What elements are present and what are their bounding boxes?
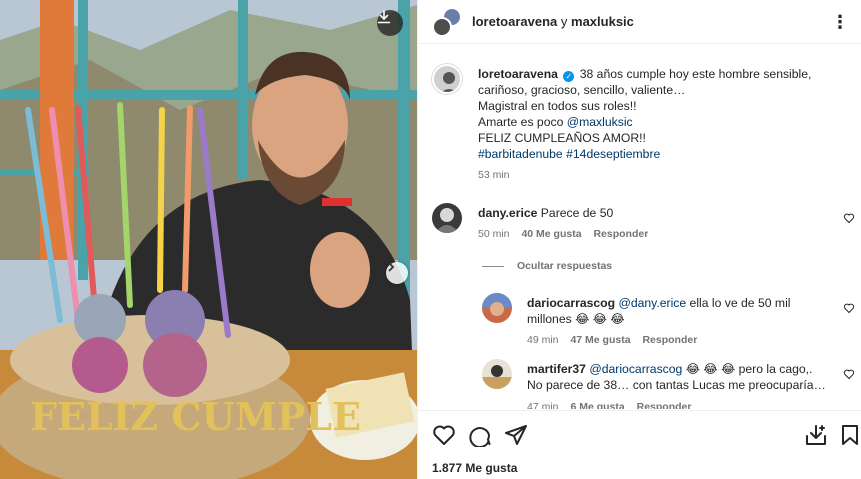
- reply-button[interactable]: Responder: [637, 401, 692, 409]
- comment-username[interactable]: martifer37: [527, 362, 586, 376]
- hashtag-link[interactable]: #14deseptiembre: [566, 147, 660, 161]
- caption: loretoaravena ✓ 38 años cumple hoy este …: [478, 66, 848, 162]
- divider: [482, 266, 504, 267]
- download-button[interactable]: [377, 10, 403, 36]
- reply-button[interactable]: Responder: [642, 334, 697, 346]
- comment: dany.erice Parece de 50: [478, 205, 818, 221]
- mention-link[interactable]: @maxluksic: [567, 115, 633, 129]
- mention-link[interactable]: @dariocarrascog: [589, 362, 682, 376]
- likes-count[interactable]: 40 Me gusta: [521, 228, 581, 240]
- like-heart-icon[interactable]: [432, 423, 456, 447]
- comment-text: ella lo ve de 50 mil: [686, 296, 791, 310]
- more-options-icon[interactable]: ⋮: [831, 12, 850, 33]
- reply-comment: martifer37 @dariocarrascog 😂 😂 😂 pero la…: [527, 361, 847, 393]
- comment-username[interactable]: dany.erice: [478, 206, 537, 220]
- timestamp[interactable]: 49 min: [527, 334, 559, 346]
- author-link[interactable]: maxluksic: [571, 14, 634, 29]
- verified-badge-icon: ✓: [563, 71, 575, 82]
- mention-link[interactable]: @dany.erice: [618, 296, 686, 310]
- avatar: [432, 16, 452, 37]
- hide-replies-button[interactable]: Ocultar respuestas: [517, 260, 612, 272]
- avatar[interactable]: [432, 64, 462, 94]
- timestamp[interactable]: 47 min: [527, 401, 559, 409]
- caption-text: cariñoso, gracioso, sencillo, valiente…: [478, 83, 686, 97]
- comment-meta: 47 min 6 Me gusta Responder: [527, 401, 700, 409]
- timestamp[interactable]: 50 min: [478, 228, 510, 240]
- author-link[interactable]: loretoaravena: [472, 14, 557, 29]
- post-photo: FELIZ CUMPLE: [0, 0, 417, 479]
- caption-text: Magistral en todos sus roles!!: [478, 99, 637, 113]
- heart-icon[interactable]: [843, 368, 855, 380]
- likes-count[interactable]: 6 Me gusta: [570, 401, 624, 409]
- comment-icon[interactable]: [468, 423, 492, 447]
- photo-illustration: FELIZ CUMPLE: [0, 0, 417, 479]
- caption-text: Amarte es poco: [478, 115, 567, 129]
- comment-text: No parece de 38… con tantas Lucas me pre…: [527, 378, 826, 392]
- comment-meta: 49 min 47 Me gusta Responder: [527, 334, 706, 346]
- heart-icon[interactable]: [843, 212, 855, 224]
- comment-text: 😂 😂 😂 pero la cago,.: [682, 362, 813, 376]
- timestamp[interactable]: 53 min: [478, 169, 510, 181]
- share-icon[interactable]: [504, 423, 528, 447]
- avatar[interactable]: [482, 359, 512, 389]
- post-actions: 1.877 Me gusta: [418, 410, 861, 479]
- heart-icon[interactable]: [843, 302, 855, 314]
- reply-button[interactable]: Responder: [593, 228, 648, 240]
- download-icon: [377, 10, 391, 24]
- reply-comment: dariocarrascog @dany.erice ella lo ve de…: [527, 295, 837, 327]
- comments-list: loretoaravena ✓ 38 años cumple hoy este …: [418, 45, 861, 409]
- hashtag-link[interactable]: #barbitadenube: [478, 147, 563, 161]
- post-header: loretoaravena y maxluksic ⋮: [418, 0, 861, 44]
- avatar[interactable]: [482, 293, 512, 323]
- next-photo-button[interactable]: [386, 262, 408, 284]
- save-to-collection-icon[interactable]: [804, 423, 828, 447]
- chevron-right-icon: [388, 262, 395, 272]
- comment-meta: 50 min 40 Me gusta Responder: [478, 228, 657, 240]
- caption-text: 38 años cumple hoy este hombre sensible,: [579, 67, 812, 81]
- collab-avatars[interactable]: [432, 6, 462, 37]
- bookmark-icon[interactable]: [838, 423, 861, 447]
- comment-text: millones 😂 😂 😂: [527, 312, 625, 326]
- cake-letters: FELIZ CUMPLE: [30, 394, 361, 439]
- comment-username[interactable]: dariocarrascog: [527, 296, 615, 310]
- likes-count[interactable]: 47 Me gusta: [570, 334, 630, 346]
- caption-meta: 53 min: [478, 169, 519, 181]
- comment-text: Parece de 50: [540, 206, 614, 220]
- avatar[interactable]: [432, 203, 462, 233]
- post-panel: loretoaravena y maxluksic ⋮ loretoaraven…: [417, 0, 861, 479]
- author-connector: y: [560, 14, 568, 29]
- post-authors: loretoaravena y maxluksic: [472, 14, 634, 29]
- caption-text: FELIZ CUMPLEAÑOS AMOR!!: [478, 131, 646, 145]
- post-likes-count[interactable]: 1.877 Me gusta: [432, 461, 517, 475]
- caption-username[interactable]: loretoaravena: [478, 67, 558, 81]
